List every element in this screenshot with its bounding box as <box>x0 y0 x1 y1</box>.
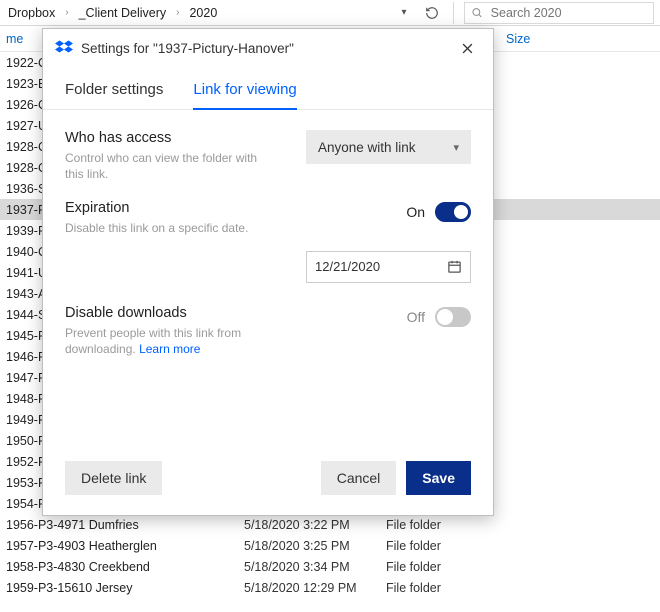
table-row[interactable]: 1957-P3-4903 Heatherglen5/18/2020 3:25 P… <box>0 535 660 556</box>
breadcrumb-history-dropdown[interactable]: ▾ <box>393 2 415 24</box>
breadcrumb-item[interactable]: 2020 <box>187 6 219 20</box>
search-icon <box>471 6 483 19</box>
row-type: File folder <box>386 581 506 595</box>
table-row[interactable]: 1959-P3-15610 Jersey5/18/2020 12:29 PMFi… <box>0 577 660 598</box>
chevron-down-icon: ▾ <box>453 141 459 154</box>
downloads-toggle[interactable] <box>435 307 471 327</box>
chevron-right-icon: › <box>63 7 70 18</box>
access-dropdown[interactable]: Anyone with link ▾ <box>306 130 471 164</box>
tab-folder-settings[interactable]: Folder settings <box>65 81 163 109</box>
row-name: 1959-P3-15610 Jersey <box>0 581 244 595</box>
row-date: 5/18/2020 3:25 PM <box>244 539 386 553</box>
cancel-button[interactable]: Cancel <box>321 461 397 495</box>
expiration-subtext: Disable this link on a specific date. <box>65 220 265 236</box>
access-subtext: Control who can view the folder with thi… <box>65 150 265 182</box>
expiration-date-value: 12/21/2020 <box>315 259 380 274</box>
downloads-subtext: Prevent people with this link from downl… <box>65 325 265 357</box>
modal-header: Settings for "1937-Pictury-Hanover" <box>43 29 493 67</box>
section-disable-downloads: Disable downloads Prevent people with th… <box>65 305 471 357</box>
row-name: 1958-P3-4830 Creekbend <box>0 560 244 574</box>
downloads-state-label: Off <box>407 309 425 325</box>
modal-title: Settings for "1937-Pictury-Hanover" <box>81 41 453 56</box>
search-input[interactable] <box>489 5 647 21</box>
chevron-right-icon: › <box>174 7 181 18</box>
delete-link-button[interactable]: Delete link <box>65 461 162 495</box>
calendar-icon <box>447 259 462 274</box>
settings-modal: Settings for "1937-Pictury-Hanover" Fold… <box>42 28 494 516</box>
row-name: 1956-P3-4971 Dumfries <box>0 518 244 532</box>
expiration-state-label: On <box>406 204 425 220</box>
close-icon <box>460 41 475 56</box>
expiration-date-input[interactable]: 12/21/2020 <box>306 251 471 283</box>
downloads-heading: Disable downloads <box>65 305 407 321</box>
modal-footer: Delete link Cancel Save <box>43 447 493 515</box>
row-type: File folder <box>386 539 506 553</box>
row-type: File folder <box>386 518 506 532</box>
access-dropdown-value: Anyone with link <box>318 140 416 155</box>
save-button[interactable]: Save <box>406 461 471 495</box>
column-size[interactable]: Size <box>506 32 530 46</box>
row-date: 5/18/2020 3:34 PM <box>244 560 386 574</box>
tab-link-for-viewing[interactable]: Link for viewing <box>193 81 296 110</box>
expiration-heading: Expiration <box>65 200 406 216</box>
section-expiration: Expiration Disable this link on a specif… <box>65 200 471 236</box>
row-date: 5/18/2020 3:22 PM <box>244 518 386 532</box>
table-row[interactable]: 1956-P3-4971 Dumfries5/18/2020 3:22 PMFi… <box>0 514 660 535</box>
expiration-toggle[interactable] <box>435 202 471 222</box>
breadcrumb-item[interactable]: _Client Delivery <box>77 6 169 20</box>
search-box[interactable] <box>464 2 654 24</box>
section-who-has-access: Who has access Control who can view the … <box>65 130 471 182</box>
breadcrumb-item[interactable]: Dropbox <box>6 6 57 20</box>
row-type: File folder <box>386 560 506 574</box>
explorer-toolbar: Dropbox › _Client Delivery › 2020 ▾ <box>0 0 660 26</box>
table-row[interactable]: 1958-P3-4830 Creekbend5/18/2020 3:34 PMF… <box>0 556 660 577</box>
row-name: 1957-P3-4903 Heatherglen <box>0 539 244 553</box>
learn-more-link[interactable]: Learn more <box>139 342 200 356</box>
refresh-icon[interactable] <box>421 2 443 24</box>
access-heading: Who has access <box>65 130 306 146</box>
dropbox-icon <box>55 39 73 57</box>
modal-body: Who has access Control who can view the … <box>43 110 493 447</box>
modal-tabs: Folder settings Link for viewing <box>43 81 493 110</box>
row-date: 5/18/2020 12:29 PM <box>244 581 386 595</box>
close-button[interactable] <box>453 34 481 62</box>
